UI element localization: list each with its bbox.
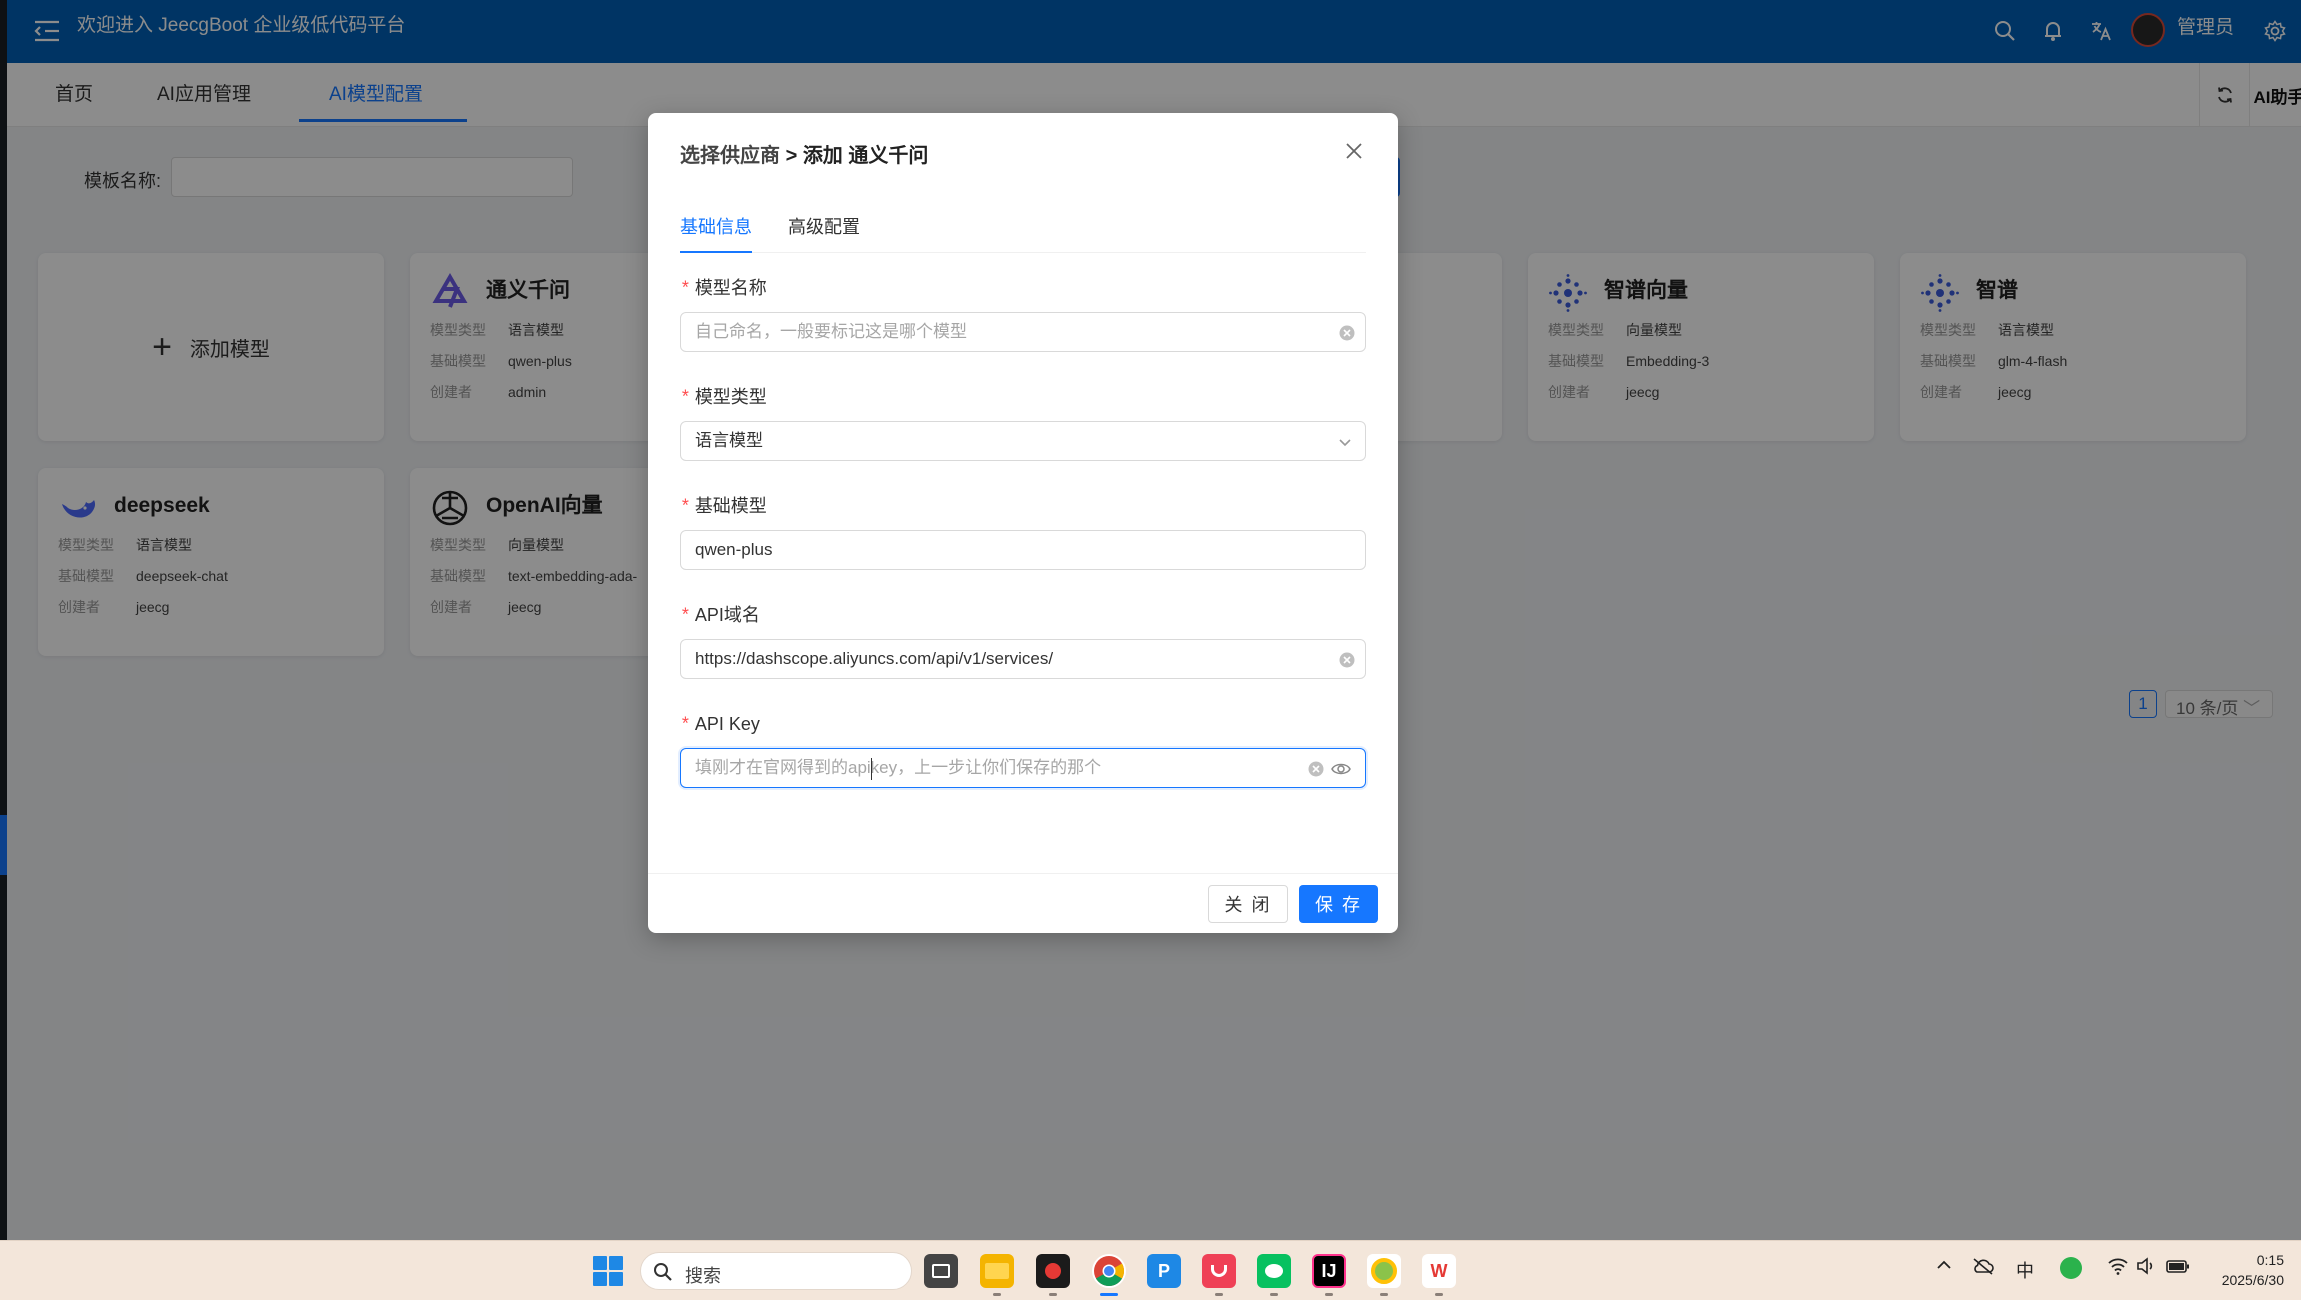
api-domain-value: https://dashscope.aliyuncs.com/api/v1/se… bbox=[695, 649, 1054, 668]
active-tab-indicator bbox=[680, 251, 752, 253]
intellij-idea-icon[interactable]: IJ bbox=[1312, 1254, 1346, 1288]
windows-start-icon[interactable] bbox=[592, 1255, 624, 1287]
model-type-select[interactable]: 语言模型 bbox=[680, 421, 1366, 461]
show-hidden-icons-chevron-up-icon[interactable] bbox=[1936, 1257, 1952, 1278]
close-icon[interactable] bbox=[1338, 135, 1370, 167]
dialog-title-text: 添加 通义千问 bbox=[802, 145, 929, 167]
qq-browser-icon[interactable] bbox=[1367, 1254, 1401, 1288]
breadcrumb-select-provider[interactable]: 选择供应商 bbox=[680, 145, 780, 167]
cloud-sync-icon[interactable] bbox=[1972, 1257, 1994, 1280]
required-mark: * bbox=[680, 716, 691, 736]
battery-icon[interactable] bbox=[2166, 1257, 2190, 1280]
running-indicator bbox=[1380, 1293, 1388, 1296]
running-indicator bbox=[1325, 1293, 1333, 1296]
clear-icon[interactable] bbox=[1338, 651, 1356, 669]
base-model-input[interactable]: qwen-plus bbox=[680, 530, 1366, 570]
taskbar-search-box[interactable]: 搜索 bbox=[640, 1252, 912, 1290]
required-mark: * bbox=[680, 607, 691, 627]
label-text: 模型类型 bbox=[694, 387, 767, 407]
tab-advanced-config[interactable]: 高级配置 bbox=[788, 215, 860, 239]
base-model-label: * 基础模型 bbox=[680, 494, 767, 520]
wechat-icon[interactable] bbox=[1257, 1254, 1291, 1288]
required-mark: * bbox=[680, 280, 691, 300]
model-name-label: * 模型名称 bbox=[680, 276, 767, 302]
chrome-icon[interactable] bbox=[1092, 1254, 1126, 1288]
label-text: 模型名称 bbox=[694, 278, 767, 298]
running-indicator bbox=[1049, 1293, 1057, 1296]
required-mark: * bbox=[680, 389, 691, 409]
file-explorer-icon[interactable] bbox=[980, 1254, 1014, 1288]
p-app-icon[interactable]: P bbox=[1147, 1254, 1181, 1288]
clear-icon[interactable] bbox=[1338, 324, 1356, 342]
taskbar-search-placeholder: 搜索 bbox=[685, 1266, 721, 1286]
clear-icon[interactable] bbox=[1307, 760, 1325, 778]
base-model-value: qwen-plus bbox=[695, 540, 773, 559]
save-button[interactable]: 保 存 bbox=[1299, 885, 1378, 923]
model-type-label: * 模型类型 bbox=[680, 385, 767, 411]
required-mark: * bbox=[680, 498, 691, 518]
ime-indicator[interactable]: 中 bbox=[2016, 1257, 2034, 1283]
search-icon bbox=[654, 1263, 672, 1281]
video-editor-icon[interactable] bbox=[1036, 1254, 1070, 1288]
wifi-icon[interactable] bbox=[2108, 1257, 2128, 1280]
pocket-icon[interactable] bbox=[1202, 1254, 1236, 1288]
app-window: 欢迎进入 JeecgBoot 企业级低代码平台 管理员 首页 AI应用管理 AI… bbox=[0, 0, 2301, 1240]
clock-time: 0:15 bbox=[2256, 1252, 2284, 1268]
dialog-footer: 关 闭 保 存 bbox=[648, 873, 1398, 933]
add-model-dialog: 选择供应商 > 添加 通义千问 基础信息 高级配置 * 模型名称 自己命名，一般要… bbox=[648, 113, 1398, 933]
running-indicator bbox=[1100, 1293, 1118, 1296]
eye-icon[interactable] bbox=[1331, 760, 1351, 778]
dialog-title: 选择供应商 > 添加 通义千问 bbox=[680, 141, 928, 171]
chevron-down-icon bbox=[1339, 439, 1351, 447]
close-button[interactable]: 关 闭 bbox=[1208, 885, 1288, 923]
clock-date: 2025/6/30 bbox=[2221, 1272, 2284, 1288]
model-name-input[interactable]: 自己命名，一般要标记这是哪个模型 bbox=[680, 312, 1366, 352]
label-text: 基础模型 bbox=[694, 496, 767, 516]
dialog-tabs: 基础信息 高级配置 bbox=[680, 211, 1366, 253]
wps-icon[interactable]: W bbox=[1422, 1254, 1456, 1288]
api-key-label: * API Key bbox=[680, 712, 760, 738]
breadcrumb-separator: > bbox=[785, 145, 798, 167]
task-view-icon[interactable] bbox=[924, 1254, 958, 1288]
label-text: API Key bbox=[694, 714, 760, 734]
volume-icon[interactable] bbox=[2136, 1257, 2156, 1280]
running-indicator bbox=[993, 1293, 1001, 1296]
model-type-value: 语言模型 bbox=[695, 431, 763, 450]
api-domain-input[interactable]: https://dashscope.aliyuncs.com/api/v1/se… bbox=[680, 639, 1366, 679]
pinyin-app-icon[interactable] bbox=[2060, 1257, 2082, 1279]
windows-taskbar: 搜索 P IJ W 中 0:15 2025/6/30 bbox=[0, 1240, 2301, 1300]
model-name-placeholder: 自己命名，一般要标记这是哪个模型 bbox=[695, 322, 967, 341]
api-key-placeholder: 填刚才在官网得到的apikey，上一步让你们保存的那个 bbox=[695, 758, 1102, 777]
tab-basic-info[interactable]: 基础信息 bbox=[680, 215, 752, 239]
label-text: API域名 bbox=[694, 605, 760, 625]
running-indicator bbox=[1270, 1293, 1278, 1296]
api-key-input[interactable]: 填刚才在官网得到的apikey，上一步让你们保存的那个 bbox=[680, 748, 1366, 788]
running-indicator bbox=[1215, 1293, 1223, 1296]
system-clock[interactable]: 0:15 2025/6/30 bbox=[2206, 1250, 2284, 1290]
running-indicator bbox=[1435, 1293, 1443, 1296]
api-domain-label: * API域名 bbox=[680, 603, 760, 629]
text-cursor bbox=[871, 758, 872, 780]
